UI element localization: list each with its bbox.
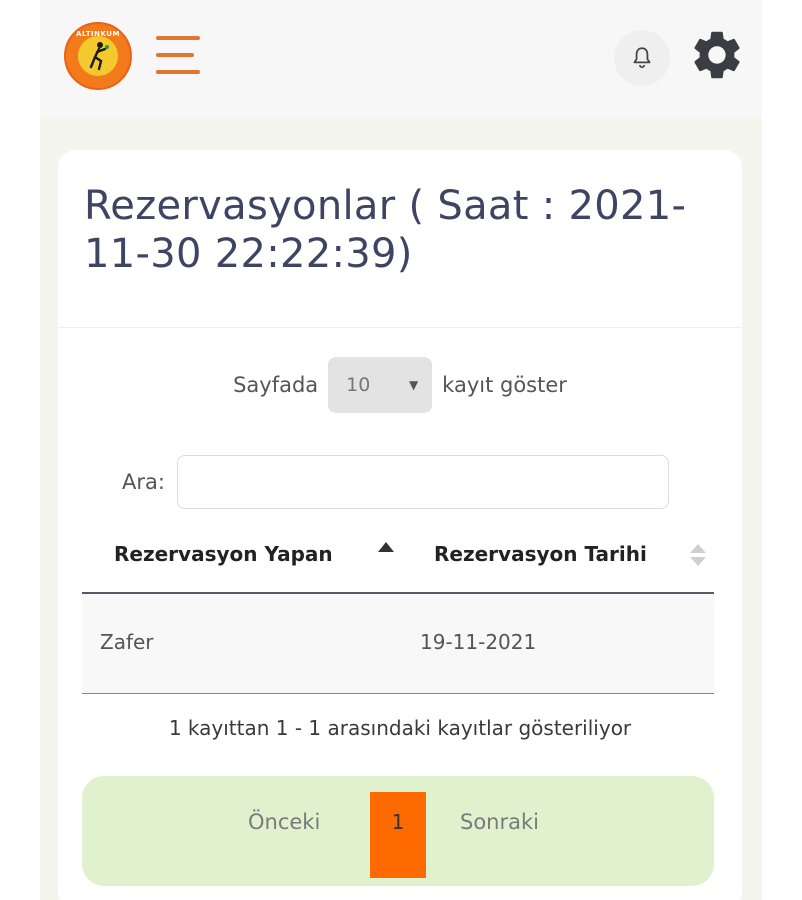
length-label-suffix: kayıt göster <box>442 373 567 397</box>
hamburger-icon-bar <box>156 70 200 74</box>
logo-text: ALTINKUM <box>76 30 120 38</box>
hamburger-icon-bar <box>156 53 194 57</box>
search-control: Ara: <box>122 454 682 510</box>
table-header: Rezervasyon Yapan Rezervasyon Tarihi <box>82 532 714 594</box>
table-row[interactable]: Zafer 19-11-2021 <box>82 594 714 694</box>
page-length-control: Sayfada 10 ▼ kayıt göster <box>58 357 742 413</box>
table-info: 1 kayıttan 1 - 1 arasındaki kayıtlar gös… <box>168 716 632 740</box>
next-page-button[interactable]: Sonraki <box>460 810 539 834</box>
bell-icon <box>633 47 651 69</box>
notifications-button[interactable] <box>614 30 670 86</box>
gear-icon <box>694 31 740 79</box>
pagination: Önceki 1 Sonraki <box>82 776 714 886</box>
menu-toggle-button[interactable] <box>156 36 202 74</box>
reservations-card: Rezervasyonlar ( Saat : 2021-11-30 22:22… <box>58 150 742 900</box>
cell-reserver: Zafer <box>100 630 154 654</box>
cell-date: 19-11-2021 <box>420 630 537 654</box>
sort-icon[interactable] <box>690 544 706 570</box>
tennis-player-icon <box>89 42 109 71</box>
column-header-reserver[interactable]: Rezervasyon Yapan <box>114 542 333 566</box>
page-length-select[interactable]: 10 ▼ <box>328 357 433 413</box>
caret-down-icon: ▼ <box>408 378 419 392</box>
previous-page-button[interactable]: Önceki <box>248 810 320 834</box>
length-label-prefix: Sayfada <box>233 373 319 397</box>
page-length-value: 10 <box>346 374 371 396</box>
settings-button[interactable] <box>686 24 748 86</box>
hamburger-icon-bar <box>156 36 200 40</box>
current-page-button[interactable]: 1 <box>370 792 426 878</box>
page-title: Rezervasyonlar ( Saat : 2021-11-30 22:22… <box>84 183 687 277</box>
search-label: Ara: <box>122 470 165 494</box>
sort-ascending-icon[interactable] <box>378 542 394 552</box>
column-header-date[interactable]: Rezervasyon Tarihi <box>434 542 647 566</box>
card-header: Rezervasyonlar ( Saat : 2021-11-30 22:22… <box>58 150 742 328</box>
brand-logo[interactable]: ALTINKUM <box>64 22 132 90</box>
search-input[interactable] <box>176 455 669 509</box>
logo-emblem <box>78 36 118 76</box>
